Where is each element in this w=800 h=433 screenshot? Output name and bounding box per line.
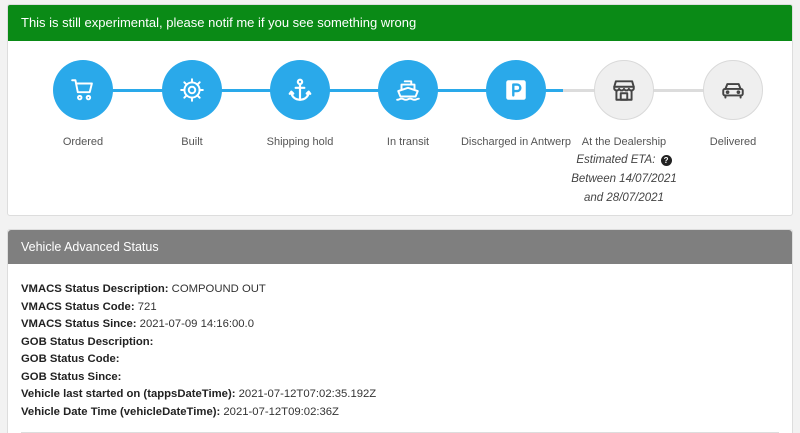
step-delivered: Delivered [663,60,792,148]
status-row: VMACS Status Description: COMPOUND OUT [21,281,792,299]
panel-title: Vehicle Advanced Status [8,230,792,264]
status-label: Vehicle Date Time (vehicleDateTime): [21,405,221,418]
status-row: GOB Status Since: [21,369,792,387]
experimental-banner: This is still experimental, please notif… [8,5,792,41]
status-label: Vehicle last started on (tappsDateTime): [21,388,236,400]
eta-range-end: and 28/07/2021 [584,192,664,204]
status-value: 2021-07-09 14:16:00.0 [139,318,254,330]
car-icon [703,60,763,120]
step-label: Delivered [709,136,757,148]
question-circle-icon[interactable]: ? [660,155,672,166]
status-rows: VMACS Status Description: COMPOUND OUT V… [8,264,792,421]
status-row: GOB Status Code: [21,351,792,369]
status-row: GOB Status Description: [21,334,792,352]
status-value: 721 [137,300,157,313]
ship-icon [378,60,438,120]
anchor-icon [270,60,330,120]
eta-label: Estimated ETA: [576,154,656,166]
status-value: 2021-07-12T07:02:35.192Z [238,388,377,400]
status-row: VMACS Status Code: 721 [21,299,792,317]
cart-icon [53,60,113,120]
status-row: Vehicle last started on (tappsDateTime):… [21,386,792,404]
status-label: VMACS Status Description: [21,283,169,295]
progress-track: Ordered Built Shipping hold In transit D… [8,49,792,149]
store-icon [594,60,654,120]
status-label: GOB Status Since: [21,370,122,383]
parking-icon [486,60,546,120]
status-label: VMACS Status Code: [21,300,135,313]
status-label: GOB Status Code: [21,353,120,365]
status-value: COMPOUND OUT [171,283,266,295]
estimated-eta: Estimated ETA: ? Between 14/07/2021 and … [554,151,694,208]
status-value: 2021-07-12T09:02:36Z [223,405,339,418]
gear-icon [162,60,222,120]
eta-range-start: Between 14/07/2021 [571,173,677,185]
status-label: GOB Status Description: [21,335,154,348]
vehicle-advanced-status-panel: Vehicle Advanced Status VMACS Status Des… [7,229,793,433]
status-label: VMACS Status Since: [21,318,137,330]
status-row: VMACS Status Since: 2021-07-09 14:16:00.… [21,316,792,334]
order-tracker-card: This is still experimental, please notif… [7,4,793,216]
status-row: Vehicle Date Time (vehicleDateTime): 202… [21,404,792,422]
